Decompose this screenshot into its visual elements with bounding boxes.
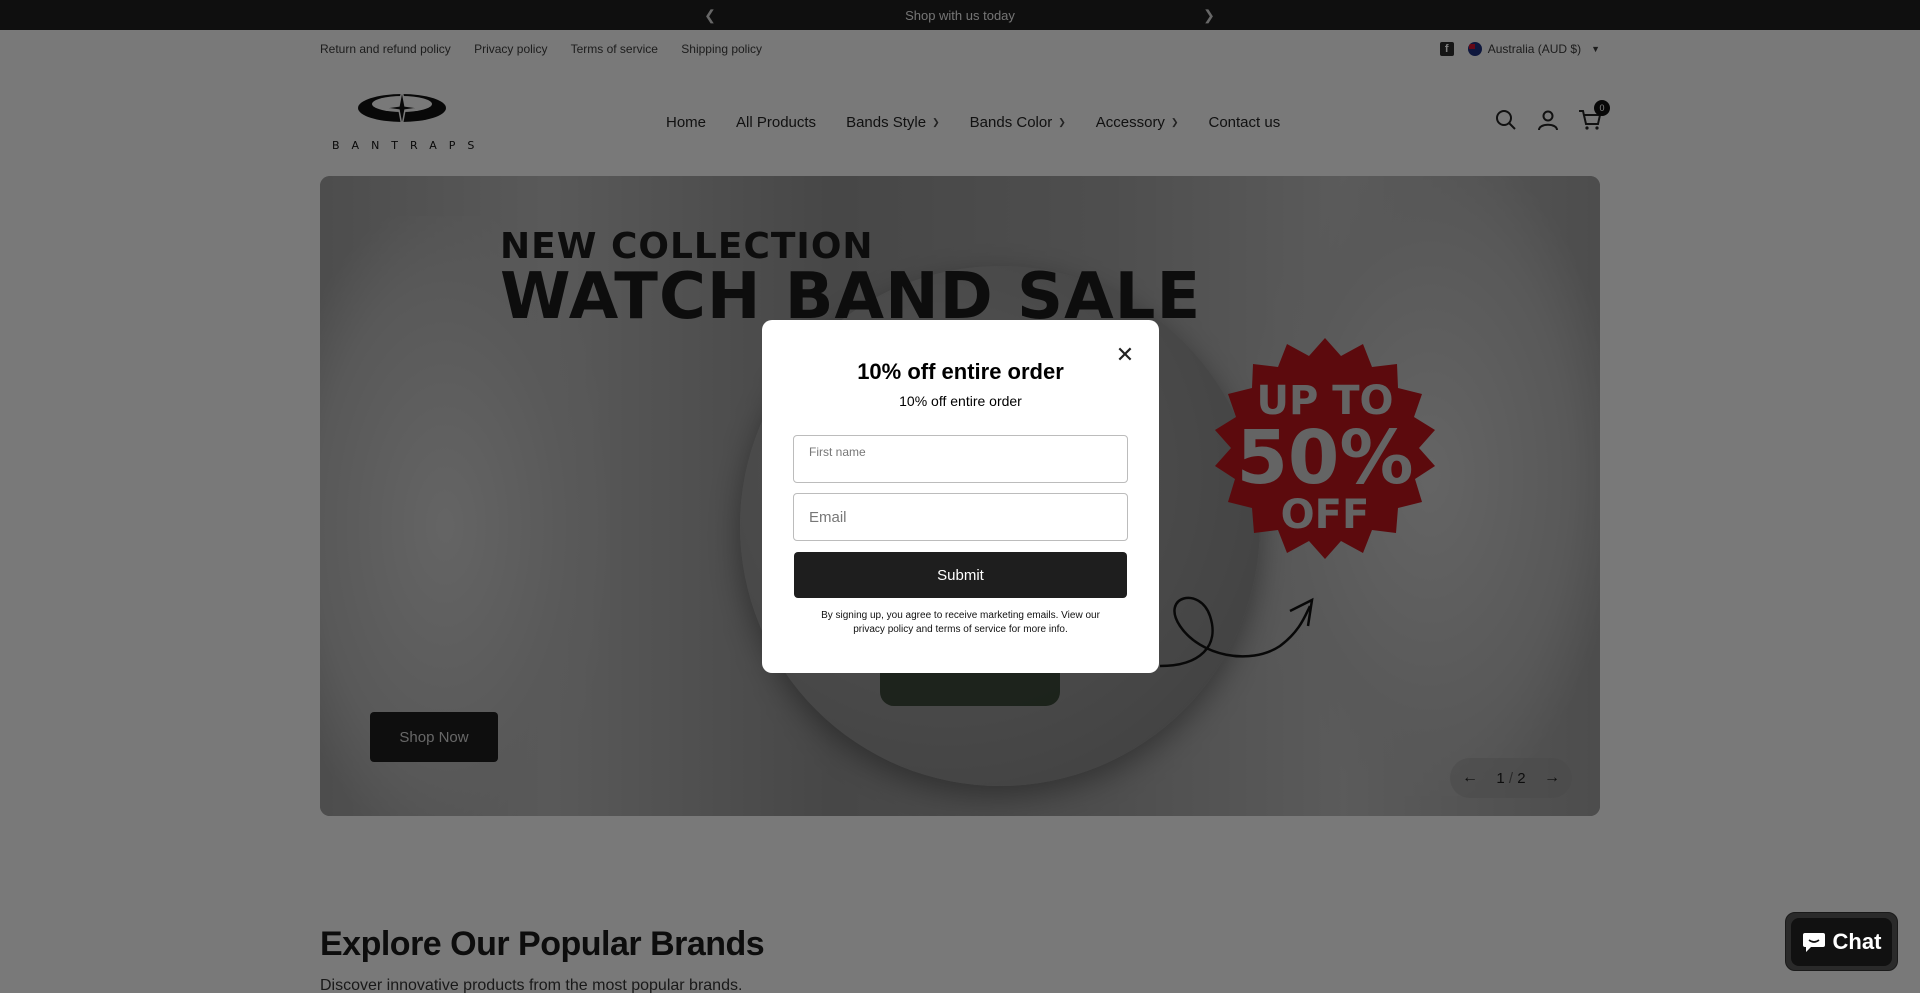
popup-subtitle: 10% off entire order [899,393,1022,409]
legal-disclaimer: By signing up, you agree to receive mark… [821,610,1100,635]
discount-popup: ✕ 10% off entire order 10% off entire or… [762,320,1159,673]
chat-label: Chat [1832,929,1882,954]
chat-button[interactable]: Chat [1791,918,1892,966]
submit-button[interactable]: Submit [794,552,1127,598]
email-field[interactable] [793,493,1128,541]
first-name-field[interactable]: First name [793,435,1128,483]
chat-bubble-icon [1802,933,1825,952]
popup-title: 10% off entire order [857,359,1064,384]
first-name-input[interactable] [794,436,1127,482]
email-input[interactable] [794,494,1127,540]
